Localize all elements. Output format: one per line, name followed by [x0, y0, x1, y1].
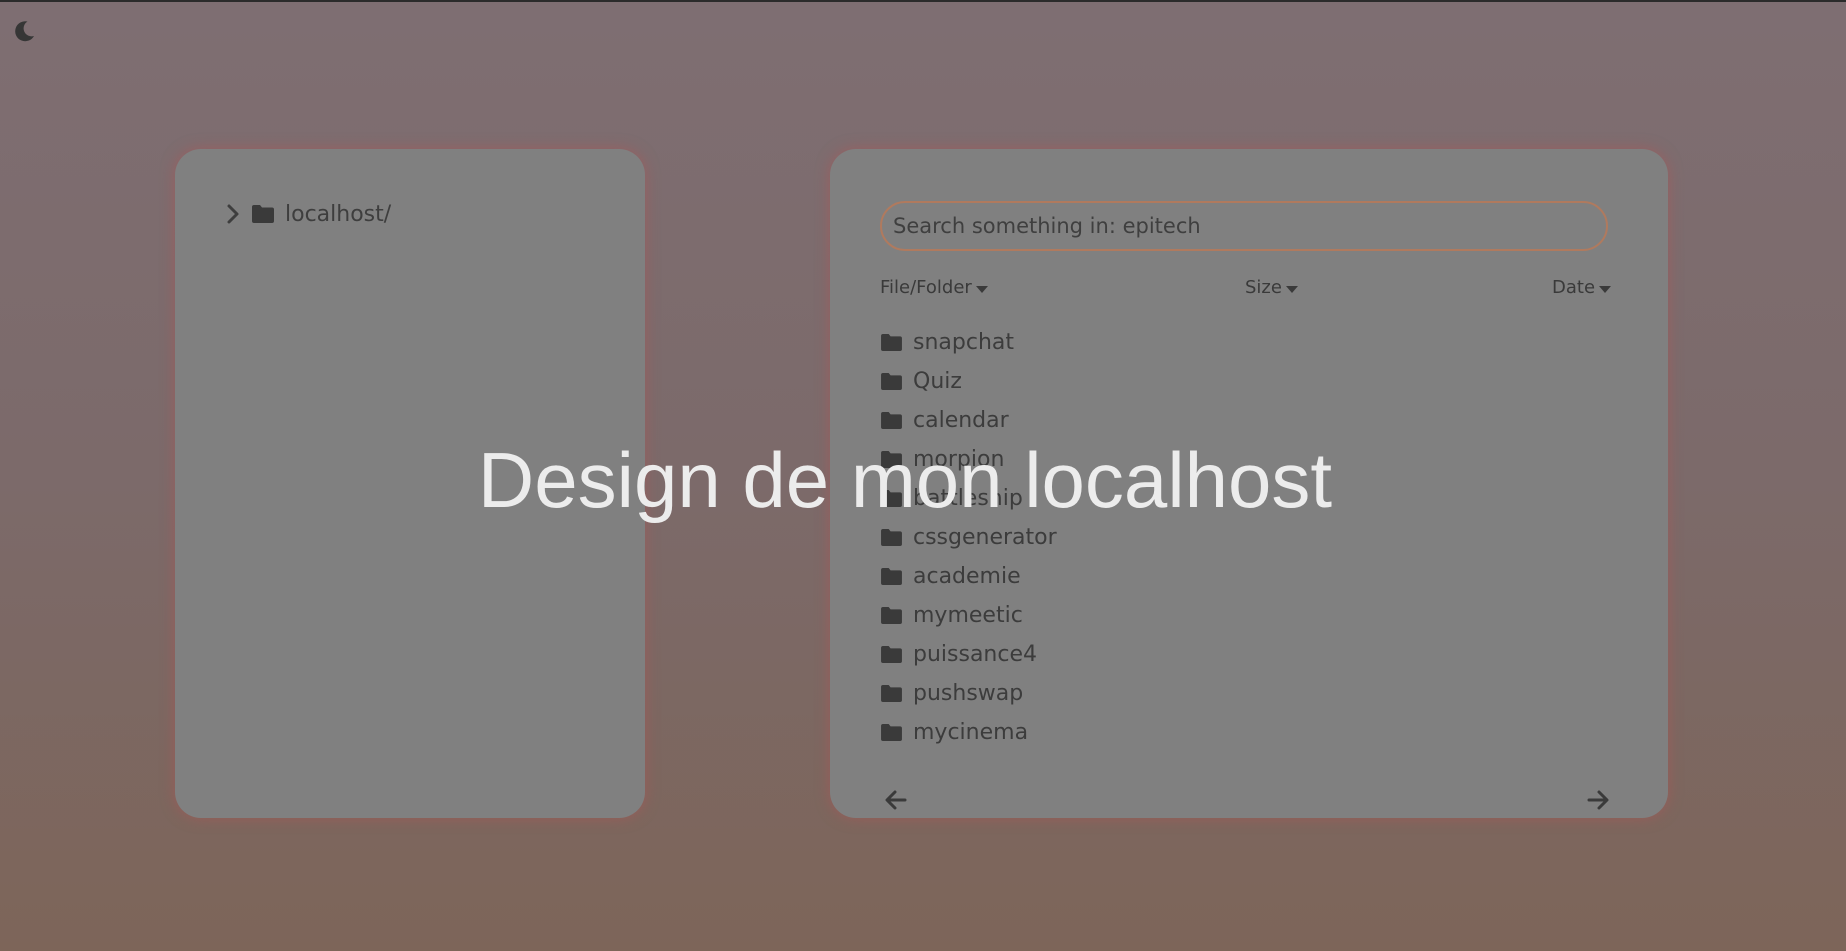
column-header-label: File/Folder	[880, 276, 972, 298]
list-item[interactable]: mymeetic	[880, 596, 1620, 635]
arrow-right-icon[interactable]	[1585, 787, 1611, 813]
folder-icon	[881, 645, 902, 664]
list-item[interactable]: mycinema	[880, 713, 1620, 752]
list-item[interactable]: battleship	[880, 479, 1620, 518]
folder-icon	[881, 411, 902, 430]
folder-icon	[881, 684, 902, 703]
list-item[interactable]: pushswap	[880, 674, 1620, 713]
caret-down-icon	[975, 285, 988, 293]
column-header-label: Date	[1552, 276, 1596, 298]
list-item[interactable]: Quiz	[880, 362, 1620, 401]
chevron-right-icon[interactable]	[225, 203, 241, 225]
sort-file-folder-button[interactable]: File/Folder	[880, 275, 988, 299]
folder-name: calendar	[913, 408, 1009, 433]
list-item[interactable]: snapchat	[880, 323, 1620, 362]
folder-name: cssgenerator	[913, 525, 1057, 550]
folder-icon	[881, 567, 902, 586]
list-item[interactable]: puissance4	[880, 635, 1620, 674]
folder-icon	[881, 723, 902, 742]
list-item[interactable]: morpion	[880, 440, 1620, 479]
folder-name: mymeetic	[913, 603, 1023, 628]
sort-size-button[interactable]: Size	[1245, 275, 1298, 299]
column-header-label: Size	[1245, 276, 1282, 298]
list-item[interactable]: cssgenerator	[880, 518, 1620, 557]
folder-name: snapchat	[913, 330, 1014, 355]
arrow-left-icon[interactable]	[883, 787, 909, 813]
search-input[interactable]	[880, 201, 1608, 251]
caret-down-icon	[1599, 285, 1612, 293]
folder-name: mycinema	[913, 720, 1029, 745]
folder-icon	[881, 528, 902, 547]
file-browser-panel: File/Folder Size Date snapchat Quiz cale…	[830, 149, 1668, 818]
folder-name: battleship	[913, 486, 1023, 511]
sort-date-button[interactable]: Date	[1552, 275, 1612, 299]
caret-down-icon	[1285, 285, 1298, 293]
folder-name: puissance4	[913, 642, 1037, 667]
file-list: snapchat Quiz calendar morpion battleshi…	[880, 323, 1620, 752]
folder-name: morpion	[913, 447, 1005, 472]
list-item[interactable]: calendar	[880, 401, 1620, 440]
folder-icon	[881, 333, 902, 352]
tree-item-localhost[interactable]: localhost/	[225, 199, 391, 229]
folder-tree-panel: localhost/	[175, 149, 645, 818]
tree-item-label: localhost/	[285, 201, 392, 227]
moon-icon[interactable]	[12, 19, 36, 43]
folder-icon	[252, 205, 274, 223]
folder-icon	[881, 372, 902, 391]
list-item[interactable]: academie	[880, 557, 1620, 596]
folder-icon	[881, 450, 902, 469]
folder-icon	[881, 489, 902, 508]
folder-icon	[881, 606, 902, 625]
folder-name: pushswap	[913, 681, 1024, 706]
folder-name: Quiz	[913, 369, 962, 394]
folder-name: academie	[913, 564, 1021, 589]
